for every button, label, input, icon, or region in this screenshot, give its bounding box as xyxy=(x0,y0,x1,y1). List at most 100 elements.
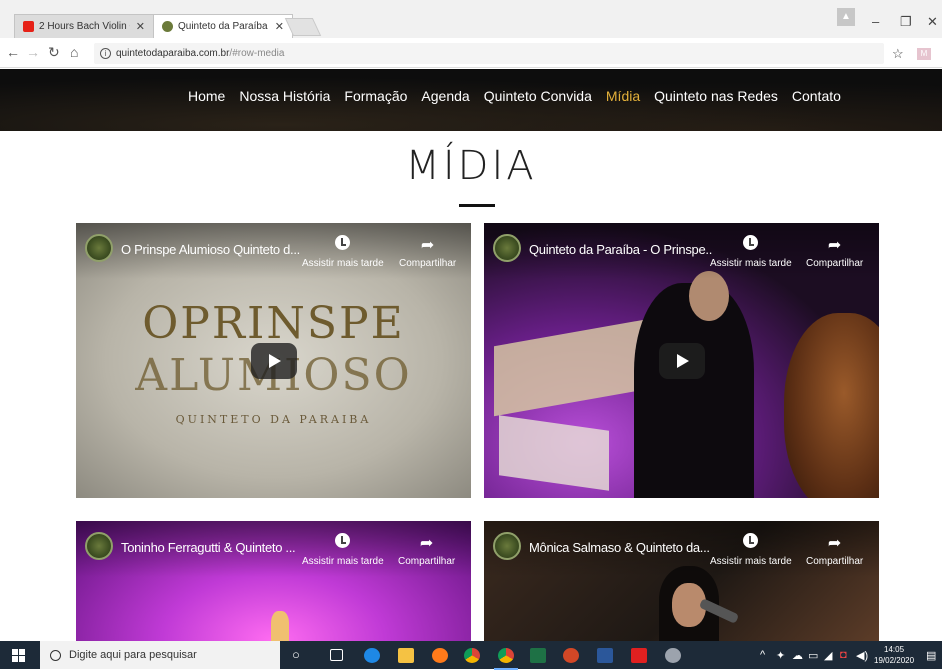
share-button[interactable]: ➦ Compartilhar xyxy=(398,533,455,567)
share-icon: ➦ xyxy=(419,535,434,552)
close-tab-icon[interactable]: ✕ xyxy=(136,20,145,33)
clock-icon xyxy=(743,533,759,548)
clock-icon xyxy=(335,235,351,250)
powerpoint-icon[interactable] xyxy=(563,648,579,663)
nav-item-quinteto-nas-redes[interactable]: Quinteto nas Redes xyxy=(654,88,778,104)
section-title: MÍDIA xyxy=(405,143,537,189)
watch-later-label: Assistir mais tarde xyxy=(302,258,384,269)
chrome-icon[interactable] xyxy=(464,648,480,663)
share-label: Compartilhar xyxy=(806,258,864,269)
nav-item-agenda[interactable]: Agenda xyxy=(421,88,469,104)
info-icon[interactable]: i xyxy=(100,48,111,59)
nav-item-contato[interactable]: Contato xyxy=(792,88,841,104)
dropbox-icon[interactable]: ✦ xyxy=(776,649,785,662)
restore-icon[interactable]: ❐ xyxy=(900,14,912,30)
tab-title: 2 Hours Bach Violin Con xyxy=(39,21,130,32)
back-icon[interactable]: ← xyxy=(6,44,20,60)
nav-item-nossa-historia[interactable]: Nossa História xyxy=(239,88,330,104)
taskbar-search-input[interactable]: Digite aqui para pesquisar xyxy=(40,641,280,669)
taskbar-clock[interactable]: 14:05 19/02/2020 xyxy=(874,644,914,666)
windows-start-icon[interactable] xyxy=(12,649,26,662)
channel-avatar[interactable] xyxy=(85,234,113,262)
share-button[interactable]: ➦ Compartilhar xyxy=(806,235,863,269)
video-title[interactable]: Mônica Salmaso & Quinteto da... xyxy=(529,540,710,555)
share-label: Compartilhar xyxy=(399,258,457,269)
cover-subtitle: QUINTETO DA PARAIBA xyxy=(175,413,372,426)
extension-icon[interactable]: M xyxy=(917,48,931,60)
close-tab-icon[interactable]: ✕ xyxy=(275,20,284,33)
share-button[interactable]: ➦ Compartilhar xyxy=(806,533,863,567)
site-navigation: Home Nossa História Formação Agenda Quin… xyxy=(0,69,942,131)
title-underline xyxy=(459,204,495,207)
clock-time: 14:05 xyxy=(884,645,905,654)
video-embed-4[interactable]: Mônica Salmaso & Quinteto da... Assistir… xyxy=(484,521,879,641)
word-icon[interactable] xyxy=(597,648,613,663)
share-button[interactable]: ➦ Compartilhar xyxy=(399,235,456,269)
share-icon: ➦ xyxy=(420,237,435,254)
address-bar: ← → ↻ ⌂ i quintetodaparaiba.com.br/#row-… xyxy=(0,38,942,68)
watch-later-button[interactable]: Assistir mais tarde xyxy=(302,235,384,269)
url-path: /#row-media xyxy=(229,48,285,59)
firefox-icon[interactable] xyxy=(432,648,448,663)
tab-title: Quinteto da Paraíba xyxy=(178,21,268,32)
channel-avatar[interactable] xyxy=(85,532,113,560)
chrome-active-icon[interactable] xyxy=(494,648,518,670)
nav-item-home[interactable]: Home xyxy=(188,88,225,104)
notifications-icon[interactable]: ▤ xyxy=(926,649,936,662)
clock-date: 19/02/2020 xyxy=(874,656,915,665)
reload-icon[interactable]: ↻ xyxy=(48,44,60,61)
battery-icon[interactable]: ▭ xyxy=(808,649,818,662)
antivirus-icon[interactable]: ◘ xyxy=(840,649,847,661)
volume-icon[interactable]: ◀) xyxy=(856,649,868,662)
video-title[interactable]: Quinteto da Paraíba - O Prinspe.. xyxy=(529,242,712,257)
video-title[interactable]: O Prinspe Alumioso Quinteto d... xyxy=(121,242,300,257)
nav-item-formacao[interactable]: Formação xyxy=(344,88,407,104)
video-embed-1[interactable]: OPRINSPE ALUMIOSO QUINTETO DA PARAIBA O … xyxy=(76,223,471,498)
clock-icon xyxy=(743,235,759,250)
cortana-icon[interactable]: ○ xyxy=(292,647,300,662)
url-input[interactable]: i quintetodaparaiba.com.br/#row-media xyxy=(94,43,884,64)
youtube-icon xyxy=(23,21,34,32)
cello-body xyxy=(784,313,879,498)
watch-later-button[interactable]: Assistir mais tarde xyxy=(710,533,792,567)
channel-avatar[interactable] xyxy=(493,532,521,560)
paint-icon[interactable] xyxy=(665,648,681,663)
profile-icon[interactable]: ▲ xyxy=(837,8,855,26)
search-icon xyxy=(50,649,61,661)
video-embed-2[interactable]: Quinteto da Paraíba - O Prinspe.. Assist… xyxy=(484,223,879,498)
video-embed-3[interactable]: Toninho Ferragutti & Quinteto ... Assist… xyxy=(76,521,471,641)
sheet-music-stand xyxy=(494,319,644,417)
bookmark-star-icon[interactable]: ☆ xyxy=(892,46,904,62)
clock-icon xyxy=(335,533,351,548)
tab-youtube[interactable]: 2 Hours Bach Violin Con ✕ xyxy=(14,14,154,38)
url-domain: quintetodaparaiba.com.br xyxy=(116,48,230,59)
watch-later-button[interactable]: Assistir mais tarde xyxy=(302,533,384,567)
edge-icon[interactable] xyxy=(364,648,380,663)
watch-later-label: Assistir mais tarde xyxy=(710,258,792,269)
cloud-icon[interactable]: ☁ xyxy=(792,649,803,662)
forward-icon[interactable]: → xyxy=(26,44,40,60)
browser-tab-strip: 2 Hours Bach Violin Con ✕ Quinteto da Pa… xyxy=(0,0,942,38)
task-view-icon[interactable] xyxy=(330,649,343,661)
play-button-icon[interactable] xyxy=(659,343,705,379)
acrobat-icon[interactable] xyxy=(631,648,647,663)
share-icon: ➦ xyxy=(827,535,842,552)
musician-silhouette xyxy=(634,283,754,498)
excel-icon[interactable] xyxy=(530,648,546,663)
video-title[interactable]: Toninho Ferragutti & Quinteto ... xyxy=(121,540,296,555)
search-placeholder: Digite aqui para pesquisar xyxy=(69,649,197,661)
network-icon[interactable]: ◢ xyxy=(824,649,832,662)
tab-quinteto[interactable]: Quinteto da Paraíba ✕ xyxy=(153,14,293,38)
nav-item-quinteto-convida[interactable]: Quinteto Convida xyxy=(484,88,592,104)
tray-chevron-icon[interactable]: ^ xyxy=(760,649,765,661)
nav-item-midia[interactable]: Mídia xyxy=(606,88,640,104)
file-explorer-icon[interactable] xyxy=(398,648,414,663)
play-button-icon[interactable] xyxy=(251,343,297,379)
minimize-icon[interactable]: – xyxy=(872,14,879,29)
channel-avatar[interactable] xyxy=(493,234,521,262)
watch-later-button[interactable]: Assistir mais tarde xyxy=(710,235,792,269)
home-icon[interactable]: ⌂ xyxy=(70,44,78,60)
share-label: Compartilhar xyxy=(398,556,456,567)
watch-later-label: Assistir mais tarde xyxy=(710,556,792,567)
close-window-icon[interactable]: ✕ xyxy=(927,14,938,30)
